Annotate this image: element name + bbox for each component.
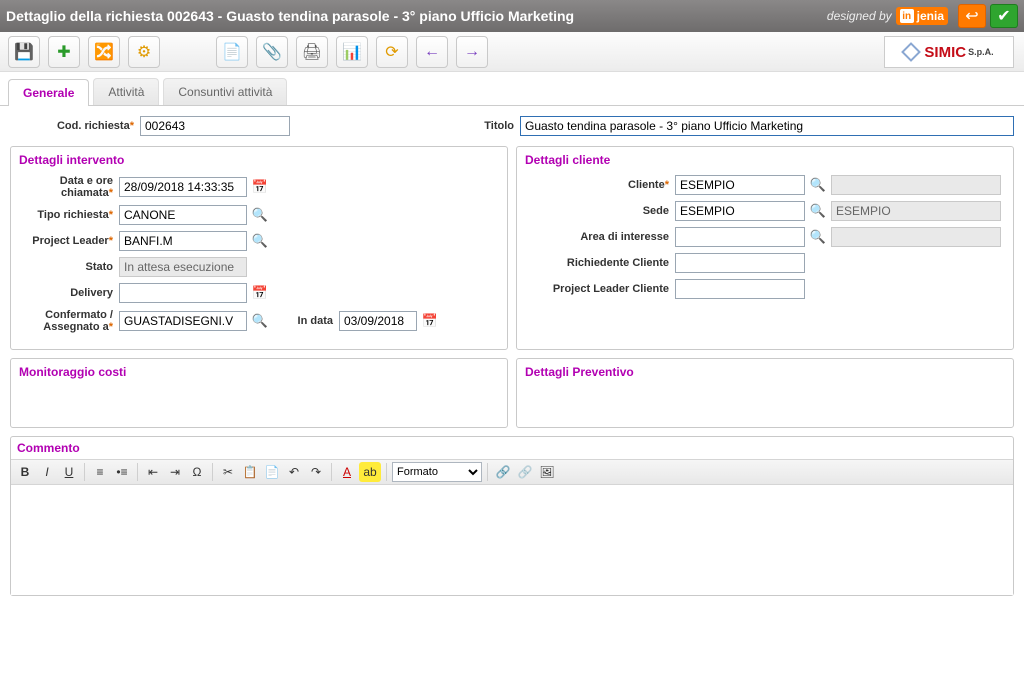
- titolo-label: Titolo: [470, 120, 520, 132]
- search-icon[interactable]: 🔍: [809, 176, 827, 194]
- back-button[interactable]: ↩: [958, 4, 986, 28]
- redo-button[interactable]: ↷: [306, 462, 326, 482]
- richiedente-label: Richiedente Cliente: [525, 257, 675, 269]
- delivery-label: Delivery: [19, 287, 119, 299]
- cut-button[interactable]: ✂: [218, 462, 238, 482]
- richiedente-input[interactable]: [675, 253, 805, 273]
- calendar-icon[interactable]: 📅: [251, 284, 269, 302]
- panel-commento: Commento B I U ≡ •≡ ⇤ ⇥ Ω ✂ 📋 📄 ↶ ↷ A: [10, 436, 1014, 596]
- indata-label: In data: [279, 315, 339, 327]
- intervento-title: Dettagli intervento: [19, 153, 499, 167]
- search-icon[interactable]: 🔍: [809, 202, 827, 220]
- confermato-input[interactable]: [119, 311, 247, 331]
- tipo-richiesta-label: Tipo richiesta*: [19, 209, 119, 221]
- cliente-label: Cliente*: [525, 179, 675, 191]
- stato-label: Stato: [19, 261, 119, 273]
- panel-preventivo: Dettagli Preventivo: [516, 358, 1014, 428]
- search-icon[interactable]: 🔍: [809, 228, 827, 246]
- unlink-button[interactable]: 🔗: [515, 462, 535, 482]
- toolbar: 💾 ✚ 🔀 ⚙ 📄 📎 🖨 📊 ⟳ ← → SIMICS.p.A.: [0, 32, 1024, 72]
- search-icon[interactable]: 🔍: [251, 206, 269, 224]
- stato-value: In attesa esecuzione: [119, 257, 247, 277]
- confirm-button[interactable]: ✔: [990, 4, 1018, 28]
- cod-richiesta-input[interactable]: [140, 116, 290, 136]
- project-leader-label: Project Leader*: [19, 235, 119, 247]
- tabs: Generale Attività Consuntivi attività: [0, 78, 1024, 106]
- data-chiamata-input[interactable]: [119, 177, 247, 197]
- panel-costi: Monitoraggio costi: [10, 358, 508, 428]
- rte-toolbar: B I U ≡ •≡ ⇤ ⇥ Ω ✂ 📋 📄 ↶ ↷ A ab F: [11, 459, 1013, 485]
- calendar-icon[interactable]: 📅: [251, 178, 269, 196]
- pl-cliente-input[interactable]: [675, 279, 805, 299]
- company-logo: SIMICS.p.A.: [884, 36, 1014, 68]
- project-leader-input[interactable]: [119, 231, 247, 251]
- outdent-button[interactable]: ⇤: [143, 462, 163, 482]
- save-button[interactable]: 💾: [8, 36, 40, 68]
- next-button[interactable]: →: [456, 36, 488, 68]
- tab-consuntivi[interactable]: Consuntivi attività: [163, 78, 287, 105]
- chart-button[interactable]: 📊: [336, 36, 368, 68]
- italic-button[interactable]: I: [37, 462, 57, 482]
- bg-color-button[interactable]: ab: [359, 462, 381, 482]
- cod-richiesta-label: Cod. richiesta*: [10, 120, 140, 132]
- list-ol-button[interactable]: ≡: [90, 462, 110, 482]
- data-chiamata-label: Data e ore chiamata*: [19, 175, 119, 199]
- undo-button[interactable]: ↶: [284, 462, 304, 482]
- delivery-input[interactable]: [119, 283, 247, 303]
- image-button[interactable]: 🖼: [537, 462, 557, 482]
- cliente-extra: [831, 175, 1001, 195]
- list-ul-button[interactable]: •≡: [112, 462, 132, 482]
- pl-cliente-label: Project Leader Cliente: [525, 283, 675, 295]
- copy-button[interactable]: 📄: [216, 36, 248, 68]
- comment-editor[interactable]: [11, 485, 1013, 595]
- cliente-title: Dettagli cliente: [525, 153, 1005, 167]
- calendar-icon[interactable]: 📅: [421, 312, 439, 330]
- commento-title: Commento: [11, 437, 1013, 459]
- page-title: Dettaglio della richiesta 002643 - Guast…: [6, 8, 827, 24]
- bold-button[interactable]: B: [15, 462, 35, 482]
- panel-intervento: Dettagli intervento Data e ore chiamata*…: [10, 146, 508, 350]
- omega-button[interactable]: Ω: [187, 462, 207, 482]
- search-icon[interactable]: 🔍: [251, 232, 269, 250]
- paste-button[interactable]: 📄: [262, 462, 282, 482]
- indata-input[interactable]: [339, 311, 417, 331]
- tab-generale[interactable]: Generale: [8, 79, 89, 106]
- settings-button[interactable]: ⚙: [128, 36, 160, 68]
- sede-input[interactable]: [675, 201, 805, 221]
- attach-button[interactable]: 📎: [256, 36, 288, 68]
- search-icon[interactable]: 🔍: [251, 312, 269, 330]
- refresh-button[interactable]: ⟳: [376, 36, 408, 68]
- confermato-label: Confermato / Assegnato a*: [19, 309, 119, 333]
- new-button[interactable]: ✚: [48, 36, 80, 68]
- workflow-button[interactable]: 🔀: [88, 36, 120, 68]
- indent-button[interactable]: ⇥: [165, 462, 185, 482]
- panel-cliente: Dettagli cliente Cliente* 🔍 Sede 🔍 ESEMP…: [516, 146, 1014, 350]
- titolo-input[interactable]: [520, 116, 1014, 136]
- print-button[interactable]: 🖨: [296, 36, 328, 68]
- designed-by-label: designed by: [827, 9, 892, 23]
- area-input[interactable]: [675, 227, 805, 247]
- format-select[interactable]: Formato: [392, 462, 482, 482]
- area-label: Area di interesse: [525, 231, 675, 243]
- header-bar: Dettaglio della richiesta 002643 - Guast…: [0, 0, 1024, 32]
- text-color-button[interactable]: A: [337, 462, 357, 482]
- cliente-input[interactable]: [675, 175, 805, 195]
- sede-extra: ESEMPIO: [831, 201, 1001, 221]
- prev-button[interactable]: ←: [416, 36, 448, 68]
- sede-label: Sede: [525, 205, 675, 217]
- tipo-richiesta-input[interactable]: [119, 205, 247, 225]
- underline-button[interactable]: U: [59, 462, 79, 482]
- injenia-logo: injenia: [896, 7, 948, 25]
- tab-attivita[interactable]: Attività: [93, 78, 159, 105]
- preventivo-title: Dettagli Preventivo: [525, 365, 1005, 379]
- copy-rte-button[interactable]: 📋: [240, 462, 260, 482]
- costi-title: Monitoraggio costi: [19, 365, 499, 379]
- link-button[interactable]: 🔗: [493, 462, 513, 482]
- area-extra: [831, 227, 1001, 247]
